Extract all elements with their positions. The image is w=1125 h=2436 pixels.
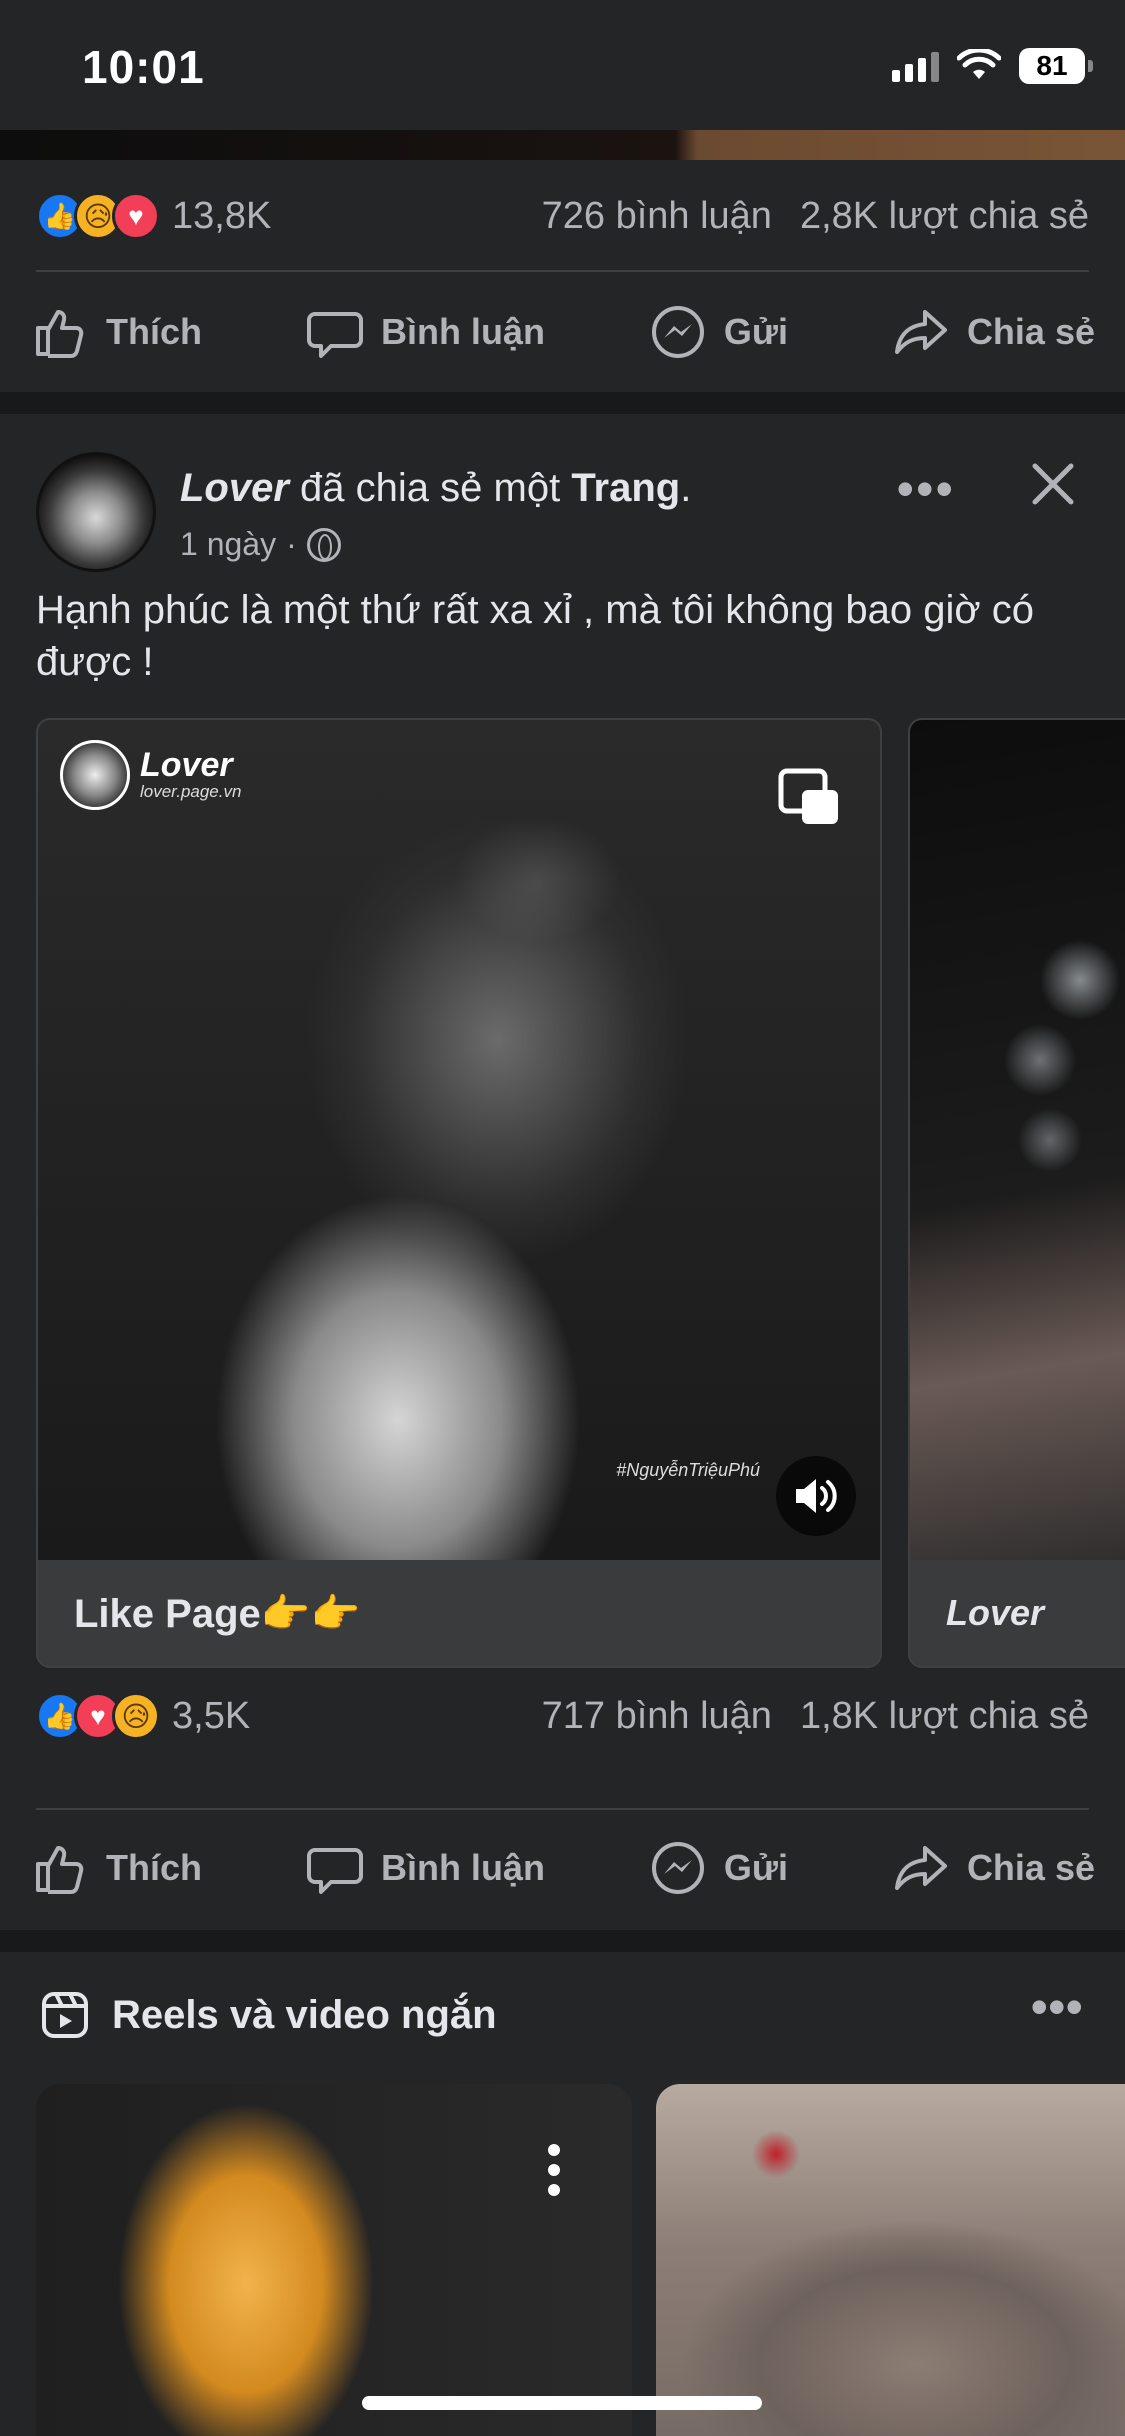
comment-count-link[interactable]: 726 bình luận xyxy=(542,195,772,238)
share-count-link[interactable]: 1,8K lượt chia sẻ xyxy=(800,1695,1089,1738)
reaction-count: 3,5K xyxy=(172,1694,251,1737)
meta-separator: · xyxy=(286,526,297,562)
sound-toggle-button[interactable] xyxy=(776,1456,856,1536)
share-button[interactable]: Chia sẻ xyxy=(891,282,1095,382)
comment-label: Bình luận xyxy=(380,1847,545,1888)
reaction-count: 13,8K xyxy=(172,194,272,237)
send-label: Gửi xyxy=(723,1847,788,1888)
messenger-icon xyxy=(651,306,704,358)
like-label: Thích xyxy=(106,311,202,352)
reaction-summary[interactable]: 👍 ♥ 😥 3,5K 717 bình luận 1,8K lượt chia … xyxy=(36,1686,1089,1746)
wifi-icon xyxy=(957,49,1001,79)
thumbs-up-icon xyxy=(36,1846,84,1894)
shared-page-post: Lover đã chia sẻ một Trang. 1 ngày · •••… xyxy=(0,414,1125,1930)
share-label: Chia sẻ xyxy=(966,311,1095,352)
picture-in-picture-icon[interactable] xyxy=(778,768,840,826)
title-middle-text: đã chia sẻ một xyxy=(288,466,572,510)
reels-header: Reels và video ngắn xyxy=(40,1990,497,2040)
share-label: Chia sẻ xyxy=(966,1847,1095,1888)
close-icon[interactable] xyxy=(1023,454,1083,514)
reaction-summary[interactable]: 👍 😥 ♥ 13,8K 726 bình luận 2,8K lượt chia… xyxy=(36,186,1089,246)
author-name-link[interactable]: Lover xyxy=(180,466,289,510)
reel-options-icon[interactable] xyxy=(548,2144,560,2196)
reels-icon xyxy=(42,1992,88,2038)
like-button[interactable]: Thích xyxy=(30,1818,202,1918)
messenger-icon xyxy=(651,1842,704,1894)
page-logo-overlay: Lover lover.page.vn xyxy=(60,740,241,810)
video-thumbnail[interactable]: Lover lover.page.vn #NguyễnTriệuPhú xyxy=(38,720,880,1562)
reels-section: Reels và video ngắn ••• xyxy=(0,1952,1125,2436)
action-bar: Thích Bình luận Gửi Chia sẻ xyxy=(0,1818,1125,1918)
page-logo-url: lover.page.vn xyxy=(140,782,242,801)
title-end-text: . xyxy=(680,466,692,510)
like-label: Thích xyxy=(106,1847,202,1888)
slide-caption[interactable]: Lover xyxy=(910,1560,1125,1666)
slide-image[interactable] xyxy=(910,720,1125,1562)
share-count-link[interactable]: 2,8K lượt chia sẻ xyxy=(800,195,1089,238)
previous-post-footer: 👍 😥 ♥ 13,8K 726 bình luận 2,8K lượt chia… xyxy=(0,160,1125,392)
thumbs-up-icon xyxy=(36,310,84,358)
reaction-icons: 👍 😥 ♥ xyxy=(36,192,160,240)
carousel-slide[interactable]: Lover xyxy=(908,718,1125,1668)
previous-post-image[interactable] xyxy=(0,130,1125,160)
speaker-icon xyxy=(796,1479,837,1513)
media-carousel[interactable]: Lover lover.page.vn #NguyễnTriệuPhú Like xyxy=(36,718,1125,1668)
carousel-slide[interactable]: Lover lover.page.vn #NguyễnTriệuPhú Like xyxy=(36,718,882,1668)
share-button[interactable]: Chia sẻ xyxy=(891,1818,1095,1918)
comment-button[interactable]: Bình luận xyxy=(305,282,545,382)
reel-thumbnail[interactable] xyxy=(656,2084,1125,2436)
comment-label: Bình luận xyxy=(380,311,545,352)
page-link[interactable]: Trang xyxy=(571,466,680,510)
page-logo-name: Lover xyxy=(140,746,233,784)
send-button[interactable]: Gửi xyxy=(648,1818,788,1918)
reel-thumbnail[interactable] xyxy=(36,2084,632,2436)
comment-bubble-icon xyxy=(306,1848,363,1894)
divider xyxy=(36,270,1089,272)
page-logo-image xyxy=(60,740,130,810)
send-button[interactable]: Gửi xyxy=(648,282,788,382)
slide-caption[interactable]: Like Page👉👉 xyxy=(38,1560,880,1666)
sad-reaction-icon: 😥 xyxy=(112,1692,160,1740)
send-label: Gửi xyxy=(723,311,788,352)
post-text: Hạnh phúc là một thứ rất xa xỉ , mà tôi … xyxy=(36,588,1034,684)
status-bar: 10:01 81 xyxy=(0,0,1125,130)
author-avatar[interactable] xyxy=(36,452,156,572)
status-icons: 81 xyxy=(892,48,1093,84)
video-watermark: #NguyễnTriệuPhú xyxy=(616,1460,760,1480)
battery-icon: 81 xyxy=(1019,48,1093,84)
home-indicator[interactable] xyxy=(362,2396,762,2410)
share-arrow-icon xyxy=(894,310,947,354)
share-arrow-icon xyxy=(894,1846,947,1890)
comment-bubble-icon xyxy=(306,312,363,358)
divider xyxy=(36,1808,1089,1810)
love-reaction-icon: ♥ xyxy=(112,192,160,240)
comment-button[interactable]: Bình luận xyxy=(305,1818,545,1918)
reaction-icons: 👍 ♥ 😥 xyxy=(36,1692,160,1740)
public-globe-icon xyxy=(306,527,341,562)
like-button[interactable]: Thích xyxy=(30,282,202,382)
more-options-button[interactable]: ••• xyxy=(896,464,955,514)
reels-more-button[interactable]: ••• xyxy=(1030,1982,1083,2032)
comment-count-link[interactable]: 717 bình luận xyxy=(542,1695,772,1738)
action-bar: Thích Bình luận Gửi Chia sẻ xyxy=(0,282,1125,382)
reels-title: Reels và video ngắn xyxy=(112,1992,497,2037)
status-time: 10:01 xyxy=(82,41,205,93)
post-time[interactable]: 1 ngày xyxy=(180,526,276,563)
post-meta: 1 ngày · xyxy=(180,526,341,563)
post-header-title: Lover đã chia sẻ một Trang. xyxy=(180,466,691,511)
cellular-signal-icon xyxy=(892,50,939,82)
